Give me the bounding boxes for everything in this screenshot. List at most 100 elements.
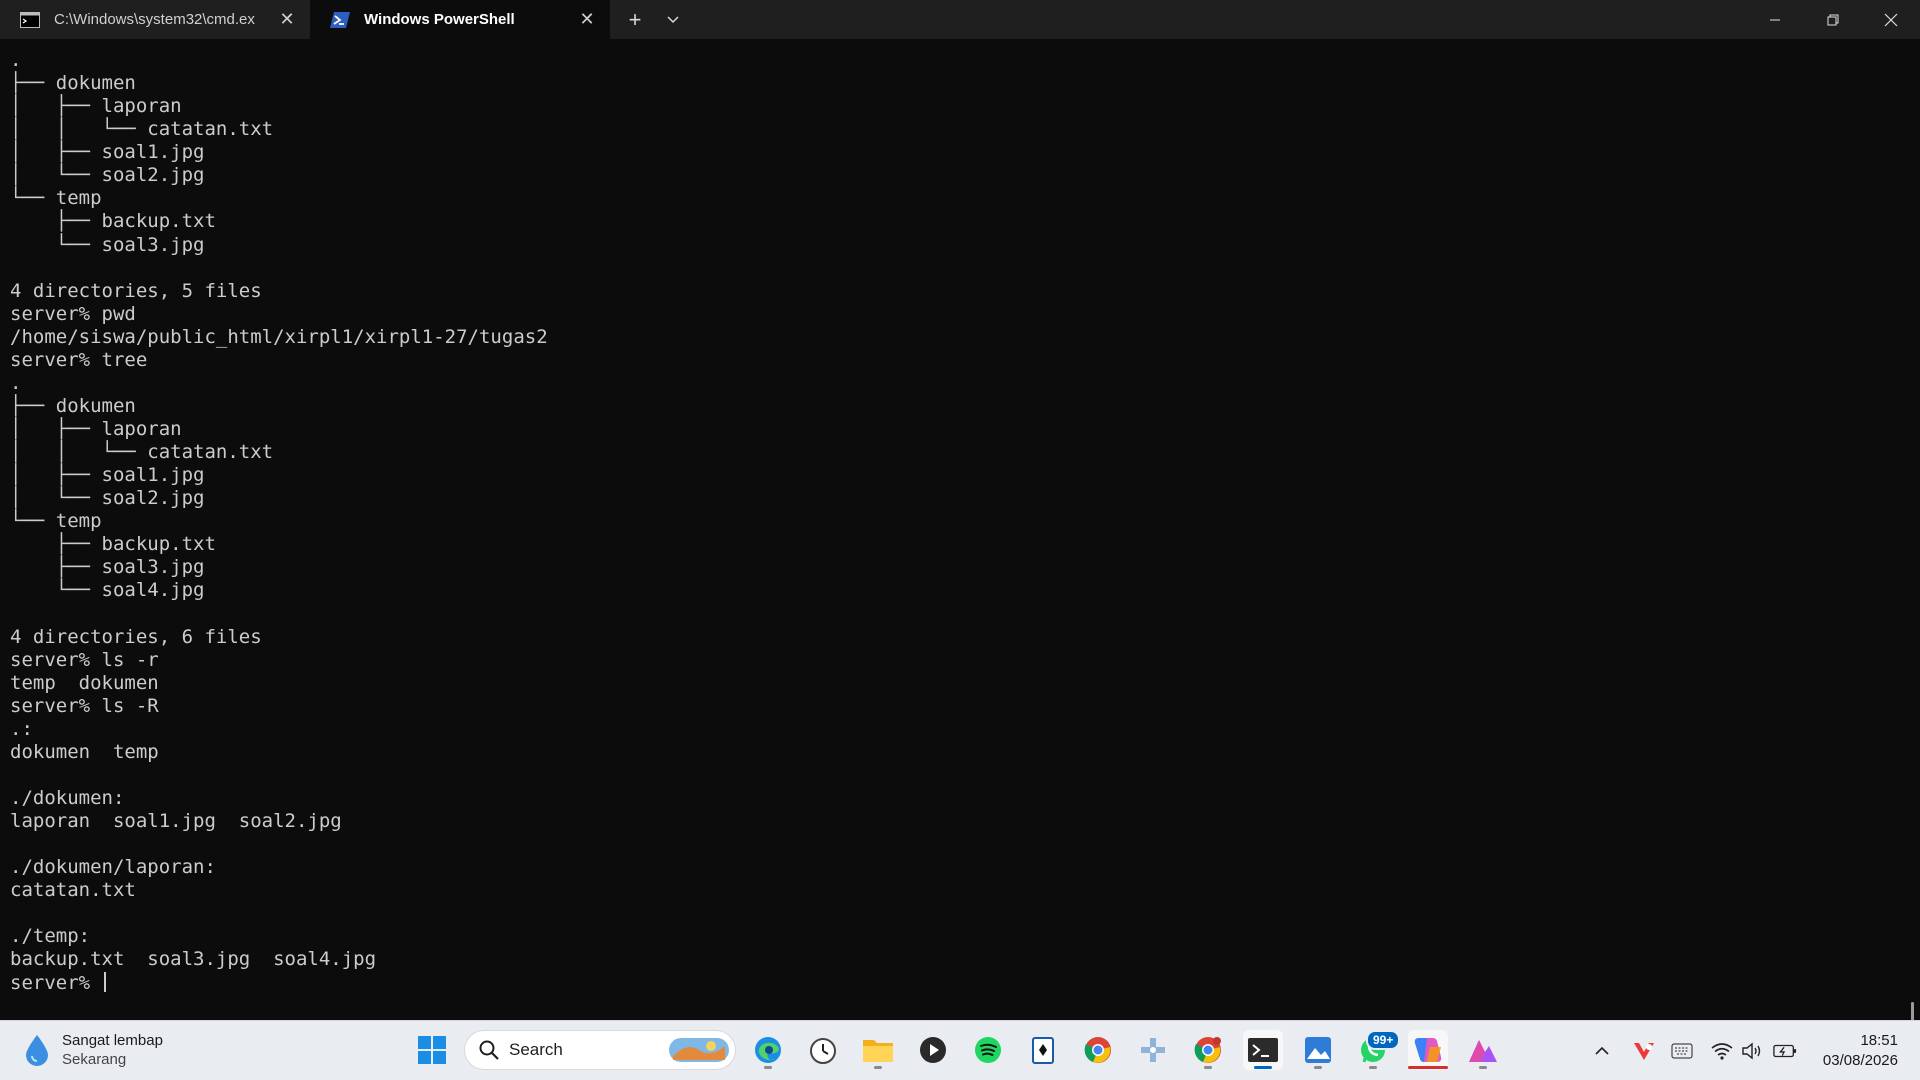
wifi-button[interactable] xyxy=(1710,1039,1734,1063)
terminal-line: . xyxy=(10,371,22,394)
restore-button[interactable] xyxy=(1804,0,1862,39)
tab-powershell[interactable]: Windows PowerShell ✕ xyxy=(310,0,610,39)
terminal-line: ├── soal3.jpg xyxy=(10,556,205,579)
terminal-line: │ ├── laporan xyxy=(10,418,182,440)
media-player-icon xyxy=(920,1037,946,1063)
terminal-line: server% tree xyxy=(10,348,148,371)
taskbar-app-file-explorer[interactable] xyxy=(858,1030,898,1070)
terminal-line: server% ls -R xyxy=(10,694,159,717)
taskbar-app-spotify[interactable] xyxy=(968,1030,1008,1070)
terminal-line: └── temp xyxy=(10,510,102,533)
close-window-button[interactable] xyxy=(1862,0,1920,39)
clock-app-icon xyxy=(810,1038,836,1064)
tab-cmd[interactable]: C:\Windows\system32\cmd.ex ✕ xyxy=(0,0,310,39)
keyboard-button[interactable] xyxy=(1670,1039,1694,1063)
file-explorer-icon xyxy=(863,1040,893,1062)
chevron-up-icon xyxy=(1595,1046,1609,1055)
terminal-line: dokumen temp xyxy=(10,740,159,763)
terminal-line: backup.txt soal3.jpg soal4.jpg xyxy=(10,948,377,971)
terminal-line: catatan.txt xyxy=(10,879,136,902)
tab-title: Windows PowerShell xyxy=(364,11,515,28)
title-bar: C:\Windows\system32\cmd.ex ✕ Windows Pow… xyxy=(0,0,1920,39)
terminal-icon xyxy=(1248,1038,1278,1062)
taskbar-app-edge[interactable] xyxy=(748,1030,788,1070)
photos-icon xyxy=(1305,1037,1331,1063)
terminal-line: └── soal3.jpg xyxy=(10,233,205,256)
taskbar-app-media-player[interactable] xyxy=(913,1030,953,1070)
battery-button[interactable] xyxy=(1773,1039,1797,1063)
tray-app-vivaldi[interactable] xyxy=(1632,1039,1656,1063)
copilot-icon xyxy=(1414,1038,1442,1062)
powershell-icon xyxy=(330,11,350,28)
taskbar-app-terminal[interactable] xyxy=(1243,1030,1283,1070)
terminal-line: ./temp: xyxy=(10,925,91,948)
chevron-down-icon xyxy=(667,15,679,23)
search-box[interactable]: Search xyxy=(464,1030,736,1070)
show-hidden-icons-button[interactable] xyxy=(1590,1039,1614,1063)
taskbar: Sangat lembap Sekarang Search 18:51 03/0… xyxy=(0,1020,1920,1080)
chrome-profile-icon xyxy=(1194,1037,1221,1063)
start-icon xyxy=(418,1036,446,1064)
terminal-line: │ │ └── catatan.txt xyxy=(10,441,274,464)
terminal-line: ./dokumen: xyxy=(10,787,125,809)
start-button[interactable] xyxy=(412,1030,452,1070)
whatsapp-badge: 99+ xyxy=(1366,1030,1401,1050)
droplet-icon xyxy=(26,1035,48,1066)
terminal-line: │ ├── soal1.jpg xyxy=(10,464,205,487)
weather-widget[interactable]: Sangat lembap Sekarang xyxy=(22,1031,163,1069)
new-tab-button[interactable]: + xyxy=(616,0,654,39)
creative-app-icon xyxy=(1469,1040,1497,1062)
search-icon xyxy=(479,1040,499,1060)
vivaldi-icon xyxy=(1634,1043,1654,1060)
scrollbar-thumb[interactable] xyxy=(1911,1002,1914,1020)
close-icon xyxy=(1884,13,1898,26)
search-placeholder: Search xyxy=(509,1040,563,1059)
search-highlight-icon xyxy=(669,1038,729,1062)
taskbar-app-copilot[interactable] xyxy=(1408,1030,1448,1070)
tab-dropdown-button[interactable] xyxy=(654,0,692,39)
clock[interactable]: 18:51 03/08/2026 xyxy=(1823,1031,1898,1071)
close-icon[interactable]: ✕ xyxy=(276,9,298,30)
terminal-line: /home/siswa/public_html/xirpl1/xirpl1-27… xyxy=(10,325,548,348)
terminal-line: server% ls -r xyxy=(10,648,159,671)
clock-time: 18:51 xyxy=(1860,1032,1898,1049)
battery-charging-icon xyxy=(1773,1044,1797,1058)
terminal-line: ./dokumen/laporan: xyxy=(10,856,216,879)
terminal-line: temp dokumen xyxy=(10,671,159,694)
terminal-prompt: server% xyxy=(10,971,102,994)
minimize-button[interactable] xyxy=(1746,0,1804,39)
volume-button[interactable] xyxy=(1740,1039,1764,1063)
taskbar-app-clock[interactable] xyxy=(803,1030,843,1070)
tab-title: C:\Windows\system32\cmd.ex xyxy=(54,11,255,28)
terminal-output[interactable]: . ├── dokumen │ ├── laporan │ │ └── cata… xyxy=(0,39,1920,1020)
terminal-line: │ ├── soal1.jpg xyxy=(10,141,205,164)
terminal-line: └── temp xyxy=(10,187,102,210)
taskbar-app-chrome-profile[interactable] xyxy=(1188,1030,1228,1070)
spotify-icon xyxy=(975,1037,1001,1063)
minimize-icon xyxy=(1770,19,1780,20)
chrome-icon xyxy=(1084,1037,1111,1063)
terminal-line: server% pwd xyxy=(10,302,136,325)
terminal-line: ├── dokumen xyxy=(10,72,136,95)
taskbar-app-solitaire[interactable] xyxy=(1023,1030,1063,1070)
taskbar-app-chrome[interactable] xyxy=(1078,1030,1118,1070)
close-icon[interactable]: ✕ xyxy=(576,9,598,30)
terminal-line: 4 directories, 5 files xyxy=(10,279,262,302)
taskbar-app-creative[interactable] xyxy=(1463,1030,1503,1070)
terminal-line: │ └── soal2.jpg xyxy=(10,487,205,510)
terminal-line: . xyxy=(10,49,22,71)
terminal-line: └── soal4.jpg xyxy=(10,579,205,602)
clock-date: 03/08/2026 xyxy=(1822,1052,1898,1069)
weather-title: Sangat lembap xyxy=(62,1032,163,1049)
taskbar-app-photos[interactable] xyxy=(1298,1030,1338,1070)
terminal-line: ├── dokumen xyxy=(10,394,136,417)
terminal-line: │ │ └── catatan.txt xyxy=(10,118,274,141)
taskbar-app-gamepad[interactable] xyxy=(1133,1030,1173,1070)
volume-icon xyxy=(1742,1042,1761,1060)
gamepad-icon xyxy=(1141,1038,1165,1062)
terminal-line: .: xyxy=(10,717,33,740)
wifi-icon xyxy=(1711,1043,1733,1060)
solitaire-icon xyxy=(1032,1037,1054,1064)
edge-icon xyxy=(755,1037,781,1063)
keyboard-icon xyxy=(1671,1043,1693,1059)
